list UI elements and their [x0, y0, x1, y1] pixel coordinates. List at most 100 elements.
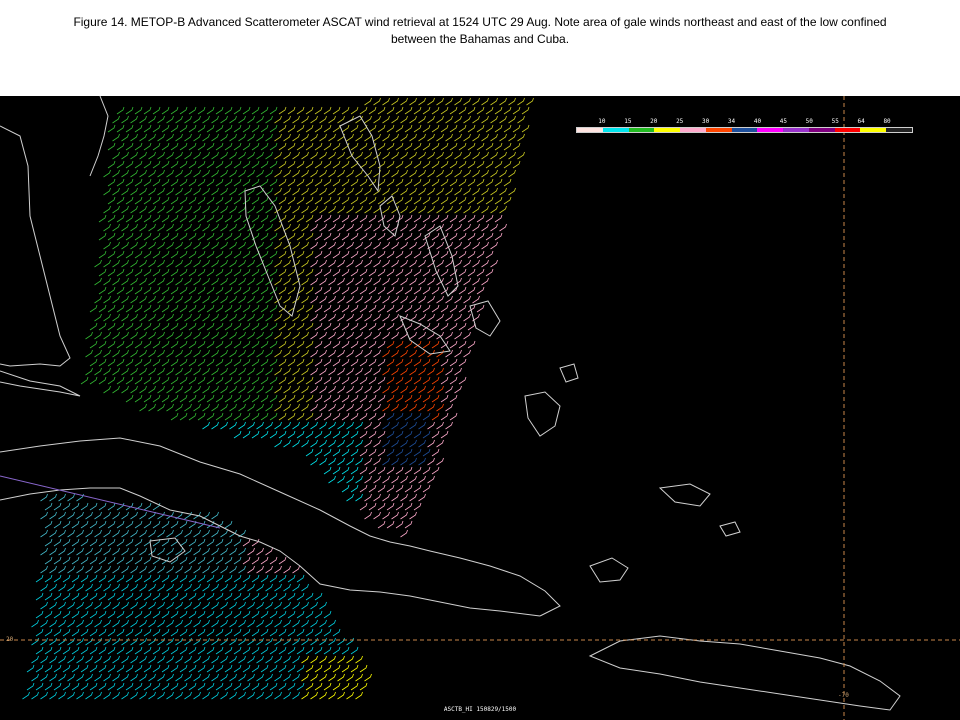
wind-barb [341, 232, 350, 241]
wind-barb [269, 232, 278, 241]
wind-barb [134, 520, 143, 529]
wind-barb [368, 286, 377, 295]
wind-barb [247, 169, 255, 178]
wind-barb [404, 178, 413, 187]
wind-barb [341, 358, 350, 367]
wind-barb [224, 178, 233, 187]
wind-barb [323, 124, 332, 133]
wind-barb [377, 322, 386, 331]
wind-barb [44, 592, 53, 601]
wind-barb [103, 205, 111, 214]
wind-barb [148, 133, 156, 142]
wind-barb [256, 691, 264, 700]
wind-barb [175, 385, 183, 394]
wind-barb [364, 367, 372, 376]
wind-barb [386, 178, 395, 187]
wind-barb [67, 565, 75, 574]
wind-barb [283, 313, 291, 322]
wind-barb [152, 268, 161, 277]
wind-barb [359, 106, 368, 115]
wind-barb [157, 565, 165, 574]
wind-barb [251, 178, 260, 187]
wind-barb [238, 403, 246, 412]
wind-barb [224, 376, 233, 385]
wind-barb [400, 385, 408, 394]
wind-barb [386, 142, 395, 151]
wind-barb [476, 142, 485, 151]
wind-barb [229, 349, 237, 358]
wind-barb [220, 331, 228, 340]
wind-barb [265, 241, 273, 250]
wind-barb [310, 673, 318, 682]
wind-barb [242, 196, 251, 205]
wind-barb [265, 133, 273, 142]
wind-barb [139, 223, 147, 232]
wind-barb [377, 358, 386, 367]
wind-barb [346, 421, 354, 430]
wind-barb [431, 124, 440, 133]
wind-barb [238, 223, 246, 232]
wind-barb [260, 196, 269, 205]
wind-barb [436, 313, 444, 322]
wind-barb [400, 97, 408, 106]
wind-barb [458, 340, 467, 349]
wind-barb [323, 682, 332, 691]
wind-barb [161, 268, 170, 277]
wind-barb [179, 556, 188, 565]
wind-barb [220, 691, 228, 700]
wind-barb [125, 250, 134, 259]
wind-barb [152, 628, 161, 637]
wind-barb [229, 673, 237, 682]
wind-barb [413, 250, 422, 259]
wind-barb [337, 403, 345, 412]
wind-barb [179, 268, 188, 277]
wind-barb [296, 268, 305, 277]
wind-barb [58, 619, 66, 628]
wind-barb [409, 97, 417, 106]
wind-barb [337, 313, 345, 322]
wind-barb [449, 142, 458, 151]
wind-barb [332, 268, 341, 277]
wind-barb [233, 610, 242, 619]
wind-barb [355, 241, 363, 250]
wind-barb [49, 493, 57, 502]
wind-barb [283, 367, 291, 376]
wind-barb [341, 286, 350, 295]
wind-barb [238, 673, 246, 682]
wind-barb [260, 358, 269, 367]
wind-barb [202, 349, 210, 358]
wind-barb [373, 295, 381, 304]
wind-barb [139, 169, 147, 178]
wind-barb [472, 133, 480, 142]
wind-barb [368, 376, 377, 385]
wind-barb [157, 205, 165, 214]
wind-barb [94, 601, 102, 610]
wind-barb [247, 133, 255, 142]
wind-barb [323, 376, 332, 385]
wind-barb [94, 511, 102, 520]
wind-barb [364, 115, 372, 124]
wind-barb [256, 151, 264, 160]
wind-barb [283, 421, 291, 430]
wind-barb [143, 358, 152, 367]
wind-barb [260, 592, 269, 601]
wind-barb [337, 205, 345, 214]
wind-barb [175, 529, 183, 538]
wind-barb [152, 106, 161, 115]
wind-barb [364, 403, 372, 412]
wind-barb [332, 304, 341, 313]
wind-barb [269, 394, 278, 403]
wind-barb [49, 601, 57, 610]
wind-barb [400, 277, 408, 286]
wind-barb [332, 142, 341, 151]
wind-barb [143, 502, 152, 511]
wind-barb [445, 187, 453, 196]
wind-barb [125, 538, 134, 547]
wind-barb [296, 304, 305, 313]
wind-barb [481, 205, 489, 214]
wind-barb [314, 214, 323, 223]
wind-barb [107, 196, 116, 205]
wind-barb [355, 151, 363, 160]
wind-barb [188, 106, 197, 115]
wind-barb [422, 160, 431, 169]
